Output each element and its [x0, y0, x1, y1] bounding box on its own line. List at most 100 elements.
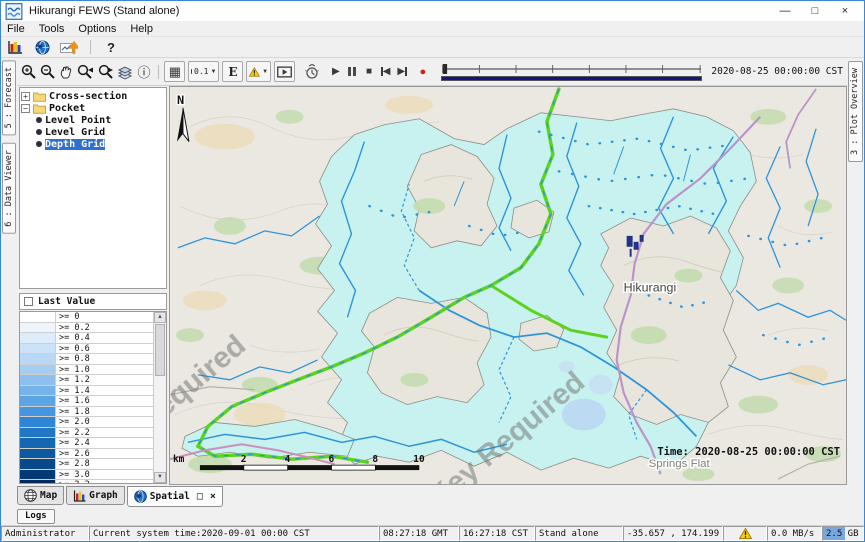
point-size-dropdown[interactable]: 0.1 ▼ [188, 61, 219, 82]
record-button[interactable]: ● [416, 63, 430, 81]
help-button[interactable]: ? [103, 40, 119, 55]
tab-forecast[interactable]: 5 : Forecast [2, 60, 16, 135]
zoom-in-icon[interactable] [21, 63, 37, 80]
info-icon[interactable]: ⓘ [136, 63, 151, 80]
legend-row[interactable]: >= 1.4 [20, 386, 153, 397]
tab-data-viewer[interactable]: 6 : Data Viewer [2, 143, 16, 234]
legend-row[interactable]: >= 2.6 [20, 449, 153, 460]
close-button[interactable]: × [830, 2, 860, 20]
tab-map[interactable]: Map [17, 486, 64, 505]
left-tab-strip: 5 : Forecast 6 : Data Viewer [1, 58, 17, 485]
legend-row[interactable]: >= 1.0 [20, 365, 153, 376]
time-slider-handle[interactable] [442, 64, 446, 74]
zoom-previous-icon[interactable] [77, 63, 94, 80]
animation-button[interactable] [274, 61, 295, 82]
tree-item-level-point[interactable]: Level Point [21, 114, 165, 126]
scroll-thumb[interactable] [155, 324, 165, 376]
svg-text:4: 4 [285, 454, 291, 465]
legend-row[interactable]: >= 1.6 [20, 396, 153, 407]
legend-row[interactable]: >= 0.8 [20, 354, 153, 365]
legend-row[interactable]: >= 2.2 [20, 428, 153, 439]
legend-row[interactable]: >= 2.8 [20, 459, 153, 470]
node-bullet-icon [36, 129, 42, 135]
tab-plot-overview[interactable]: 3 : Plot Overview [848, 61, 863, 162]
svg-text:km: km [173, 454, 185, 465]
legend-swatch [20, 428, 56, 438]
scroll-down-icon[interactable]: ▼ [154, 472, 166, 483]
pan-hand-icon[interactable] [59, 63, 74, 80]
legend-row[interactable]: >= 0 [20, 312, 153, 323]
step-back-button[interactable]: ◀ [379, 63, 393, 81]
pause-button[interactable] [346, 63, 360, 81]
chevron-down-icon: ▼ [210, 69, 216, 75]
map-time-label: Time: 2020-08-25 00:00:00 CST [657, 446, 840, 458]
stop-button[interactable]: ■ [362, 63, 376, 81]
legend-row[interactable]: >= 1.8 [20, 407, 153, 418]
legend-swatch [20, 459, 56, 469]
legend-row[interactable]: >= 0.6 [20, 344, 153, 355]
tab-logs[interactable]: Logs [17, 509, 55, 524]
globe-wire-icon [24, 489, 37, 502]
layers-icon[interactable] [117, 63, 133, 80]
tab-graph[interactable]: Graph [66, 486, 125, 505]
zoom-out-icon[interactable] [40, 63, 56, 80]
layer-tree: + Cross-section − Pocket Level Point [19, 87, 167, 289]
legend-swatch [20, 396, 56, 406]
title-bar: Hikurangi FEWS (Stand alone) — □ × [1, 1, 864, 21]
legend-swatch [20, 407, 56, 417]
tab-close-icon[interactable]: × [210, 491, 216, 502]
play-button[interactable]: ▶ [329, 63, 343, 81]
bottom-tab-bar: Map Graph Spatial □ × [1, 485, 864, 507]
grid-display-button[interactable]: ▦ [164, 61, 185, 82]
tree-item-depth-grid[interactable]: Depth Grid [21, 138, 165, 150]
status-warning-cell[interactable] [723, 526, 767, 541]
database-display-icon[interactable] [6, 39, 24, 56]
app-window: Hikurangi FEWS (Stand alone) — □ × File … [0, 0, 865, 542]
menu-tools[interactable]: Tools [39, 23, 65, 35]
timeseries-import-icon[interactable] [60, 39, 78, 56]
expander-icon[interactable]: + [21, 92, 30, 101]
legend-swatch [20, 438, 56, 448]
tree-item-level-grid[interactable]: Level Grid [21, 126, 165, 138]
menu-file[interactable]: File [7, 23, 25, 35]
last-value-checkbox[interactable] [24, 297, 33, 306]
legend-row[interactable]: >= 2.0 [20, 417, 153, 428]
svg-text:N: N [177, 93, 184, 107]
warning-icon [249, 66, 260, 78]
legend-row[interactable]: >= 0.2 [20, 323, 153, 334]
legend-row[interactable]: >= 2.4 [20, 438, 153, 449]
time-slider-track[interactable] [441, 63, 703, 75]
legend-row[interactable]: >= 3.2 [20, 480, 153, 483]
tree-item-pocket[interactable]: − Pocket [21, 102, 165, 114]
export-timer-icon[interactable] [304, 63, 320, 80]
tab-maximize-icon[interactable]: □ [197, 491, 203, 502]
maximize-button[interactable]: □ [800, 2, 830, 20]
svg-text:6: 6 [329, 454, 335, 465]
legend-button[interactable]: E [222, 61, 243, 82]
status-system-time: Current system time:2020-09-01 00:00 CST [89, 526, 379, 541]
legend-list: >= 0 >= 0.2 >= 0.4 >= 0.6 >= 0.8 >= 1.0 … [20, 312, 153, 483]
status-mode: Stand alone [535, 526, 623, 541]
expander-icon[interactable]: − [21, 104, 30, 113]
scroll-up-icon[interactable]: ▲ [154, 312, 166, 323]
map-canvas[interactable]: Hikurangi Springs Flat API Key Required … [170, 87, 846, 484]
legend-row[interactable]: >= 3.0 [20, 470, 153, 481]
legend-row[interactable]: >= 1.2 [20, 375, 153, 386]
legend-scrollbar[interactable]: ▲ ▼ [153, 312, 166, 483]
toolbar-separator [90, 40, 91, 54]
legend-swatch [20, 344, 56, 354]
map-view[interactable]: Hikurangi Springs Flat API Key Required … [169, 86, 847, 485]
warnings-dropdown[interactable]: ▼ [246, 61, 271, 82]
menu-options[interactable]: Options [78, 23, 116, 35]
tab-spatial[interactable]: Spatial □ × [127, 486, 223, 507]
menu-help[interactable]: Help [130, 23, 153, 35]
map-display-icon[interactable] [33, 39, 51, 56]
last-value-row: Last Value [19, 293, 167, 310]
zoom-next-icon[interactable] [97, 63, 114, 80]
minimize-button[interactable]: — [770, 2, 800, 20]
time-slider[interactable] [441, 63, 703, 81]
legend-swatch [20, 480, 56, 483]
legend-row[interactable]: >= 0.4 [20, 333, 153, 344]
tree-item-cross-section[interactable]: + Cross-section [21, 90, 165, 102]
step-forward-button[interactable]: ▶ [395, 63, 409, 81]
